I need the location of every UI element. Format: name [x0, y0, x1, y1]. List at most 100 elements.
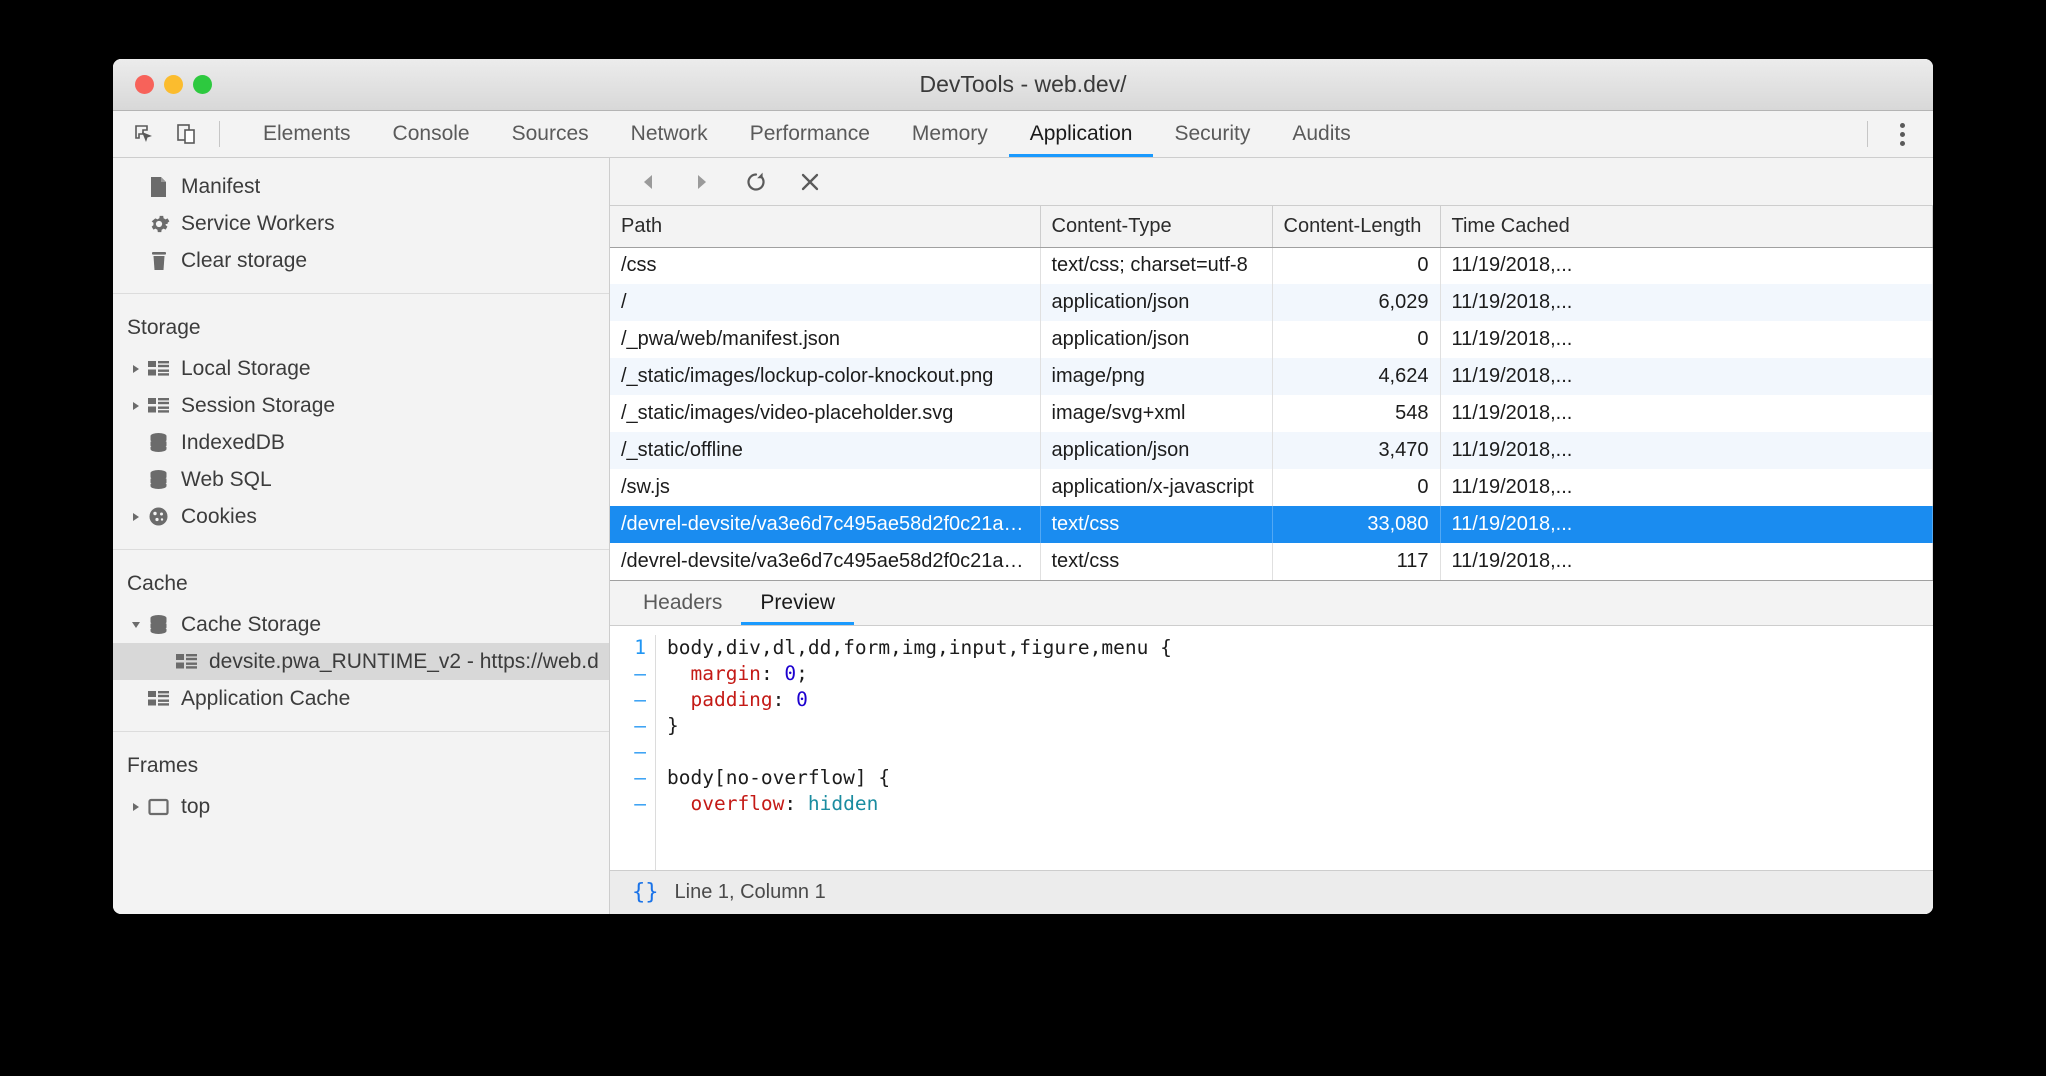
tab-preview[interactable]: Preview — [741, 581, 854, 625]
cell-content-type: application/json — [1040, 321, 1272, 358]
table-row[interactable]: /_static/images/video-placeholder.svg im… — [610, 395, 1933, 432]
cell-content-length: 33,080 — [1272, 506, 1440, 543]
cell-time-cached: 11/19/2018,... — [1440, 284, 1933, 321]
code-line: overflow: hidden — [667, 791, 1933, 817]
window-titlebar: DevTools - web.dev/ — [113, 59, 1933, 111]
sidebar-item-service-workers[interactable]: Service Workers — [113, 205, 609, 242]
inspect-element-icon[interactable] — [131, 121, 157, 147]
column-header-path[interactable]: Path — [610, 206, 1040, 247]
chevron-right-icon[interactable] — [127, 802, 145, 812]
cell-path: /_static/offline — [610, 432, 1040, 469]
cell-time-cached: 11/19/2018,... — [1440, 543, 1933, 580]
cursor-position: Line 1, Column 1 — [675, 881, 826, 904]
sidebar-item-label: Local Storage — [181, 357, 311, 381]
tabbar-tool-icons — [113, 111, 242, 157]
sidebar-item-indexeddb[interactable]: IndexedDB — [113, 424, 609, 461]
table-icon — [145, 690, 172, 708]
sidebar-item-local-storage[interactable]: Local Storage — [113, 350, 609, 387]
column-header-content-length[interactable]: Content-Length — [1272, 206, 1440, 247]
tab-network[interactable]: Network — [610, 111, 729, 157]
sidebar-item-top-frame[interactable]: top — [113, 788, 609, 825]
cell-path: /_pwa/web/manifest.json — [610, 321, 1040, 358]
tab-sources[interactable]: Sources — [491, 111, 610, 157]
table-icon — [145, 360, 172, 378]
toolbar-separator-right — [1867, 121, 1868, 147]
back-arrow-icon[interactable] — [634, 168, 662, 196]
table-row[interactable]: /_static/offline application/json 3,470 … — [610, 432, 1933, 469]
line-number: – — [610, 661, 646, 687]
preview-pane: Headers Preview 1–––––– body,div,dl,dd,f… — [610, 580, 1933, 914]
sidebar-item-web-sql[interactable]: Web SQL — [113, 461, 609, 498]
sidebar-item-cache-storage[interactable]: Cache Storage — [113, 606, 609, 643]
code-line: body,div,dl,dd,form,img,input,figure,men… — [667, 635, 1933, 661]
table-row-selected[interactable]: /devrel-devsite/va3e6d7c495ae58d2f0c21ab… — [610, 506, 1933, 543]
tab-memory[interactable]: Memory — [891, 111, 1009, 157]
tab-elements[interactable]: Elements — [242, 111, 372, 157]
sidebar-group-storage: Storage Local Storage Session Storage — [113, 294, 609, 549]
tab-audits[interactable]: Audits — [1271, 111, 1371, 157]
sidebar-item-cache-devsite-runtime[interactable]: devsite.pwa_RUNTIME_v2 - https://web.d — [113, 643, 609, 680]
code-line: margin: 0; — [667, 661, 1933, 687]
line-number: 1 — [610, 635, 646, 661]
sidebar-item-label: Cache Storage — [181, 613, 321, 637]
tabbar-right — [1863, 111, 1933, 157]
code-line: padding: 0 — [667, 687, 1933, 713]
tab-security[interactable]: Security — [1153, 111, 1271, 157]
table-row[interactable]: /_pwa/web/manifest.json application/json… — [610, 321, 1933, 358]
cell-content-type: image/svg+xml — [1040, 395, 1272, 432]
cache-panel: Path Content-Type Content-Length Time Ca… — [610, 158, 1933, 914]
line-number: – — [610, 687, 646, 713]
tab-console[interactable]: Console — [372, 111, 491, 157]
sidebar-item-manifest[interactable]: Manifest — [113, 168, 609, 205]
line-number: – — [610, 791, 646, 817]
chevron-right-icon[interactable] — [127, 364, 145, 374]
tab-performance[interactable]: Performance — [729, 111, 891, 157]
cookie-icon — [145, 506, 172, 527]
chevron-right-icon[interactable] — [127, 401, 145, 411]
cell-content-type: text/css — [1040, 543, 1272, 580]
chevron-right-icon[interactable] — [127, 512, 145, 522]
sidebar-header-frames: Frames — [113, 738, 609, 788]
tab-application[interactable]: Application — [1009, 111, 1154, 157]
database-icon — [145, 432, 172, 453]
frame-icon — [145, 798, 172, 816]
column-header-time-cached[interactable]: Time Cached — [1440, 206, 1933, 247]
sidebar-item-clear-storage[interactable]: Clear storage — [113, 242, 609, 279]
forward-arrow-icon[interactable] — [688, 168, 716, 196]
document-icon — [145, 176, 172, 198]
table-row[interactable]: / application/json 6,029 11/19/2018,... — [610, 284, 1933, 321]
cache-entries-table: Path Content-Type Content-Length Time Ca… — [610, 206, 1933, 580]
application-sidebar: Manifest Service Workers Clear storage — [113, 158, 610, 914]
table-row[interactable]: /_static/images/lockup-color-knockout.pn… — [610, 358, 1933, 395]
database-icon — [145, 614, 172, 635]
sidebar-item-cookies[interactable]: Cookies — [113, 498, 609, 535]
cell-time-cached: 11/19/2018,... — [1440, 469, 1933, 506]
line-number-gutter: 1–––––– — [610, 635, 656, 870]
cell-path: /css — [610, 247, 1040, 284]
sidebar-item-label: Clear storage — [181, 249, 307, 273]
table-row[interactable]: /css text/css; charset=utf-8 0 11/19/201… — [610, 247, 1933, 284]
trash-icon — [145, 250, 172, 272]
table-row[interactable]: /sw.js application/x-javascript 0 11/19/… — [610, 469, 1933, 506]
sidebar-header-cache: Cache — [113, 556, 609, 606]
cell-path: /devrel-devsite/va3e6d7c495ae58d2f0c21ab… — [610, 543, 1040, 580]
device-toolbar-icon[interactable] — [173, 121, 199, 147]
kebab-menu-icon[interactable] — [1894, 117, 1911, 152]
chevron-down-icon[interactable] — [127, 620, 145, 630]
sidebar-item-label: Manifest — [181, 175, 260, 199]
pretty-print-icon[interactable]: {} — [632, 880, 659, 905]
code-line: body[no-overflow] { — [667, 765, 1933, 791]
preview-tabs: Headers Preview — [610, 581, 1933, 626]
cell-time-cached: 11/19/2018,... — [1440, 247, 1933, 284]
sidebar-item-application-cache[interactable]: Application Cache — [113, 680, 609, 717]
delete-x-icon[interactable] — [796, 168, 824, 196]
table-row[interactable]: /devrel-devsite/va3e6d7c495ae58d2f0c21ab… — [610, 543, 1933, 580]
sidebar-item-session-storage[interactable]: Session Storage — [113, 387, 609, 424]
code-viewer[interactable]: 1–––––– body,div,dl,dd,form,img,input,fi… — [610, 626, 1933, 870]
column-header-content-type[interactable]: Content-Type — [1040, 206, 1272, 247]
line-number: – — [610, 765, 646, 791]
refresh-icon[interactable] — [742, 168, 770, 196]
tab-headers[interactable]: Headers — [624, 581, 741, 625]
cell-content-length: 0 — [1272, 469, 1440, 506]
cell-content-type: application/x-javascript — [1040, 469, 1272, 506]
